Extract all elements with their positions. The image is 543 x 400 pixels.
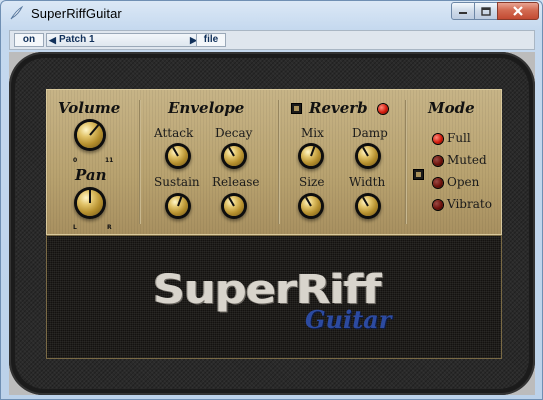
power-button[interactable]: on bbox=[14, 33, 44, 47]
control-panel: Volume 0 11 Pan L R Envelope Attack Deca… bbox=[46, 89, 502, 235]
mode-option-label: Open bbox=[447, 175, 480, 189]
attack-label: Attack bbox=[154, 126, 194, 140]
close-icon bbox=[513, 6, 523, 16]
release-knob[interactable] bbox=[224, 196, 244, 216]
width-knob[interactable] bbox=[358, 196, 378, 216]
window-title: SuperRiffGuitar bbox=[31, 6, 122, 21]
pan-right-label: R bbox=[107, 224, 112, 231]
decay-label: Decay bbox=[215, 126, 253, 140]
mode-cycle-button[interactable] bbox=[413, 169, 424, 180]
section-divider bbox=[278, 100, 280, 224]
maximize-icon bbox=[481, 6, 491, 16]
plugin-toolbar: on ◀ Patch 1 ▶ file bbox=[9, 30, 535, 50]
mode-option-label: Vibrato bbox=[447, 197, 492, 211]
plugin-editor: Volume 0 11 Pan L R Envelope Attack Deca… bbox=[9, 52, 535, 395]
maximize-button[interactable] bbox=[474, 2, 498, 20]
mode-led-icon bbox=[433, 134, 443, 144]
attack-knob[interactable] bbox=[168, 146, 188, 166]
pan-title: Pan bbox=[75, 166, 107, 184]
section-divider bbox=[405, 100, 407, 224]
mode-title: Mode bbox=[428, 99, 475, 117]
app-window: SuperRiffGuitar on ◀ Patch 1 ▶ file Volu… bbox=[0, 0, 543, 400]
decay-knob[interactable] bbox=[224, 146, 244, 166]
title-bar[interactable]: SuperRiffGuitar bbox=[1, 1, 542, 27]
patch-name: Patch 1 bbox=[59, 34, 95, 45]
reverb-title: Reverb bbox=[309, 99, 368, 117]
amp-body: Volume 0 11 Pan L R Envelope Attack Deca… bbox=[9, 52, 535, 395]
sustain-label: Sustain bbox=[154, 175, 200, 189]
mode-led-icon bbox=[433, 200, 443, 210]
volume-min-label: 0 bbox=[73, 157, 78, 164]
close-button[interactable] bbox=[497, 2, 539, 20]
envelope-title: Envelope bbox=[168, 99, 245, 117]
file-menu-button[interactable]: file bbox=[196, 33, 226, 47]
volume-knob[interactable] bbox=[77, 122, 103, 148]
mode-option-label: Full bbox=[447, 131, 471, 145]
sustain-knob[interactable] bbox=[168, 196, 188, 216]
pan-knob[interactable] bbox=[77, 190, 103, 216]
feather-icon bbox=[10, 5, 24, 20]
mode-led-icon bbox=[433, 156, 443, 166]
mode-led-icon bbox=[433, 178, 443, 188]
prev-patch-icon[interactable]: ◀ bbox=[49, 36, 56, 45]
mode-option-label: Muted bbox=[447, 153, 487, 167]
speaker-grille: SuperRiff Guitar bbox=[46, 235, 502, 359]
damp-knob[interactable] bbox=[358, 146, 378, 166]
mix-label: Mix bbox=[301, 126, 324, 140]
section-divider bbox=[139, 100, 141, 224]
reverb-toggle-button[interactable] bbox=[291, 103, 302, 114]
damp-label: Damp bbox=[352, 126, 388, 140]
size-knob[interactable] bbox=[301, 196, 321, 216]
patch-selector[interactable]: ◀ Patch 1 ▶ bbox=[46, 33, 199, 47]
volume-title: Volume bbox=[58, 99, 121, 117]
volume-max-label: 11 bbox=[105, 157, 114, 164]
release-label: Release bbox=[212, 175, 260, 189]
pan-left-label: L bbox=[73, 224, 77, 231]
width-label: Width bbox=[349, 175, 386, 189]
mix-knob[interactable] bbox=[301, 146, 321, 166]
minimize-icon bbox=[459, 12, 467, 14]
logo-sub-text: Guitar bbox=[305, 305, 392, 334]
size-label: Size bbox=[299, 175, 325, 189]
reverb-led-icon bbox=[378, 104, 388, 114]
minimize-button[interactable] bbox=[451, 2, 475, 20]
